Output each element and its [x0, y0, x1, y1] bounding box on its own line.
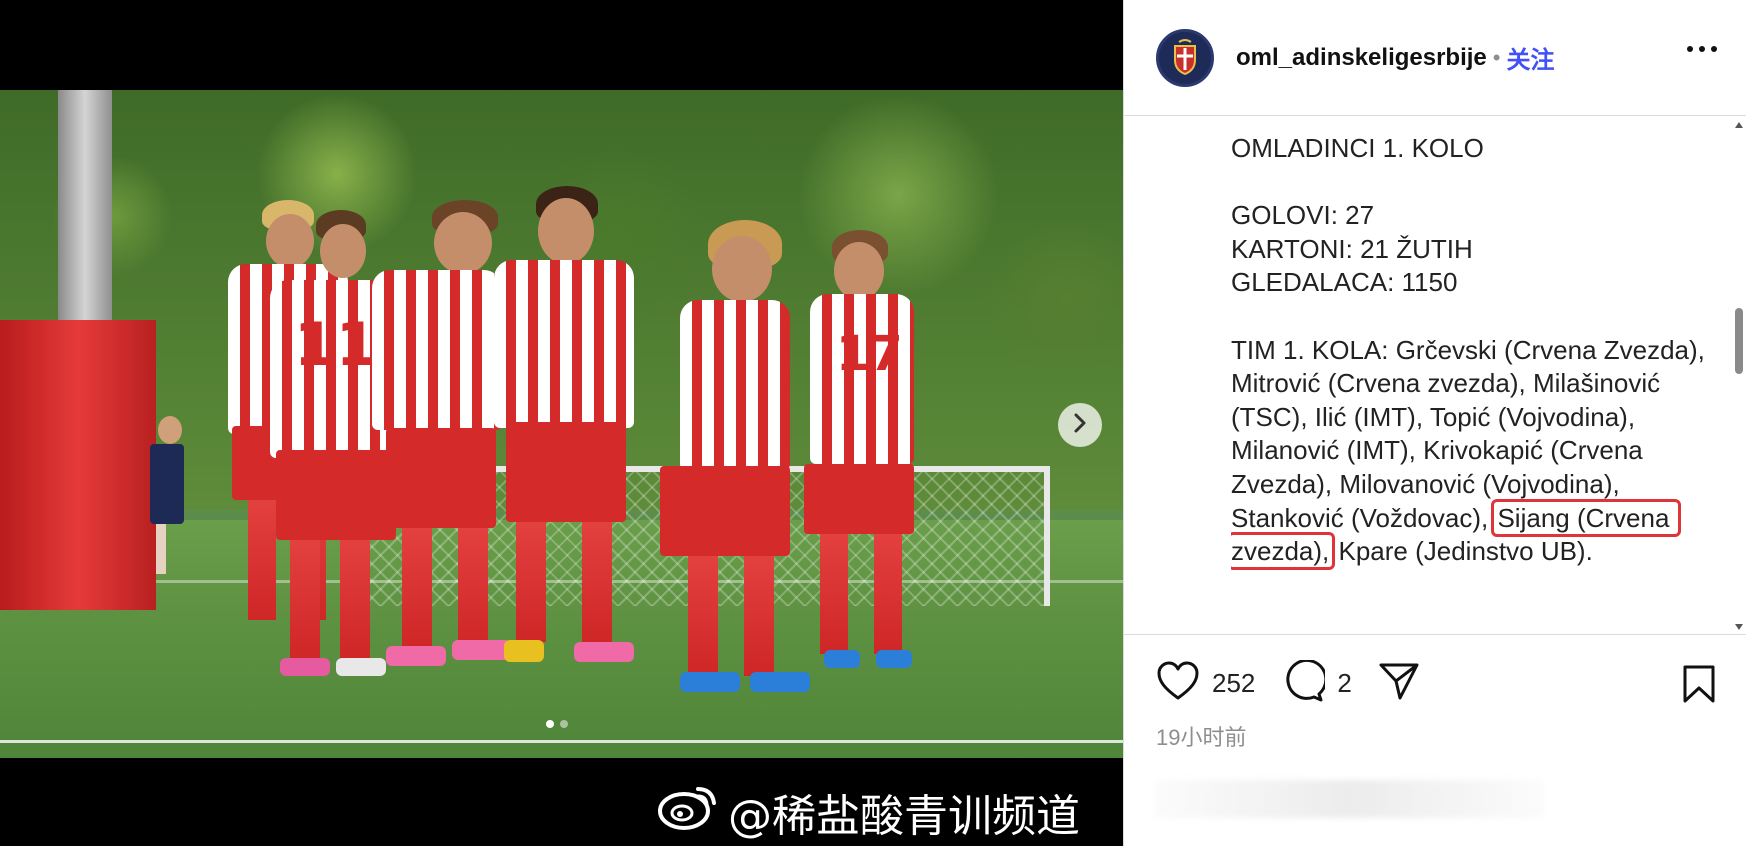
scroll-up-arrow[interactable] — [1735, 122, 1743, 128]
header-separator: • — [1492, 44, 1501, 70]
caption-scrollbar[interactable] — [1734, 122, 1744, 630]
divider — [1124, 634, 1746, 635]
goalpost-pad — [0, 320, 156, 610]
caption-heading: OMLADINCI 1. KOLO — [1231, 133, 1484, 163]
post-header: oml_adinskeligesrbije • 关注 — [1124, 0, 1746, 116]
carousel-indicator — [546, 720, 568, 728]
caption-attendance: GLEDALACA: 1150 — [1231, 267, 1458, 298]
carousel-dot — [560, 720, 568, 728]
comment-icon — [1281, 658, 1328, 707]
weibo-icon — [658, 783, 718, 842]
avatar[interactable] — [1156, 28, 1214, 87]
like-count: 252 — [1212, 667, 1256, 698]
post-timestamp[interactable]: 19小时前 — [1156, 720, 1246, 752]
scrollbar-thumb[interactable] — [1735, 308, 1743, 374]
like-button[interactable]: 252 — [1156, 661, 1255, 706]
crest-icon — [1161, 33, 1209, 82]
watermark-text: @稀盐酸青训频道 — [728, 791, 1080, 842]
jersey-number: 11 — [294, 310, 378, 380]
pitch-line — [0, 740, 1123, 743]
bookmark-icon — [1682, 665, 1716, 708]
scroll-down-arrow[interactable] — [1735, 624, 1743, 630]
floodlight-pole — [58, 90, 112, 320]
post-caption: OMLADINCI 1. KOLO GOLOVI: 27 KARTONI: 21… — [1231, 132, 1711, 606]
follow-button[interactable]: 关注 — [1506, 40, 1554, 75]
watermark: @稀盐酸青训频道 — [658, 780, 1080, 844]
comment-count: 2 — [1337, 667, 1352, 698]
caption-team-text-end: Kpare (Jedinstvo UB). — [1331, 536, 1593, 567]
share-button[interactable] — [1378, 661, 1420, 706]
more-icon — [1687, 46, 1693, 52]
save-button[interactable] — [1682, 664, 1716, 709]
jersey-number: 17 — [836, 326, 903, 382]
chevron-right-icon — [1071, 412, 1089, 439]
username-link[interactable]: oml_adinskeligesrbije — [1236, 44, 1487, 72]
caption-goals: GOLOVI: 27 — [1231, 200, 1375, 231]
heart-icon — [1156, 661, 1200, 706]
blurred-comment-preview — [1154, 780, 1544, 818]
share-icon — [1378, 661, 1420, 706]
comment-button[interactable]: 2 — [1281, 658, 1352, 707]
post-actions: 252 2 — [1156, 658, 1716, 709]
caption-team-of-round: TIM 1. KOLA: Grčevski (Crvena Zvezda), M… — [1231, 334, 1711, 571]
carousel-dot-active — [546, 720, 554, 728]
post-photo: 11 17 — [0, 90, 1123, 758]
media-viewer: 11 17 @稀盐酸青训频道 — [0, 0, 1123, 846]
next-media-button[interactable] — [1058, 403, 1102, 447]
post-panel: oml_adinskeligesrbije • 关注 OMLADINCI 1. … — [1123, 0, 1746, 846]
caption-cards: KARTONI: 21 ŽUTIH — [1231, 233, 1473, 264]
more-options-button[interactable] — [1687, 44, 1717, 54]
